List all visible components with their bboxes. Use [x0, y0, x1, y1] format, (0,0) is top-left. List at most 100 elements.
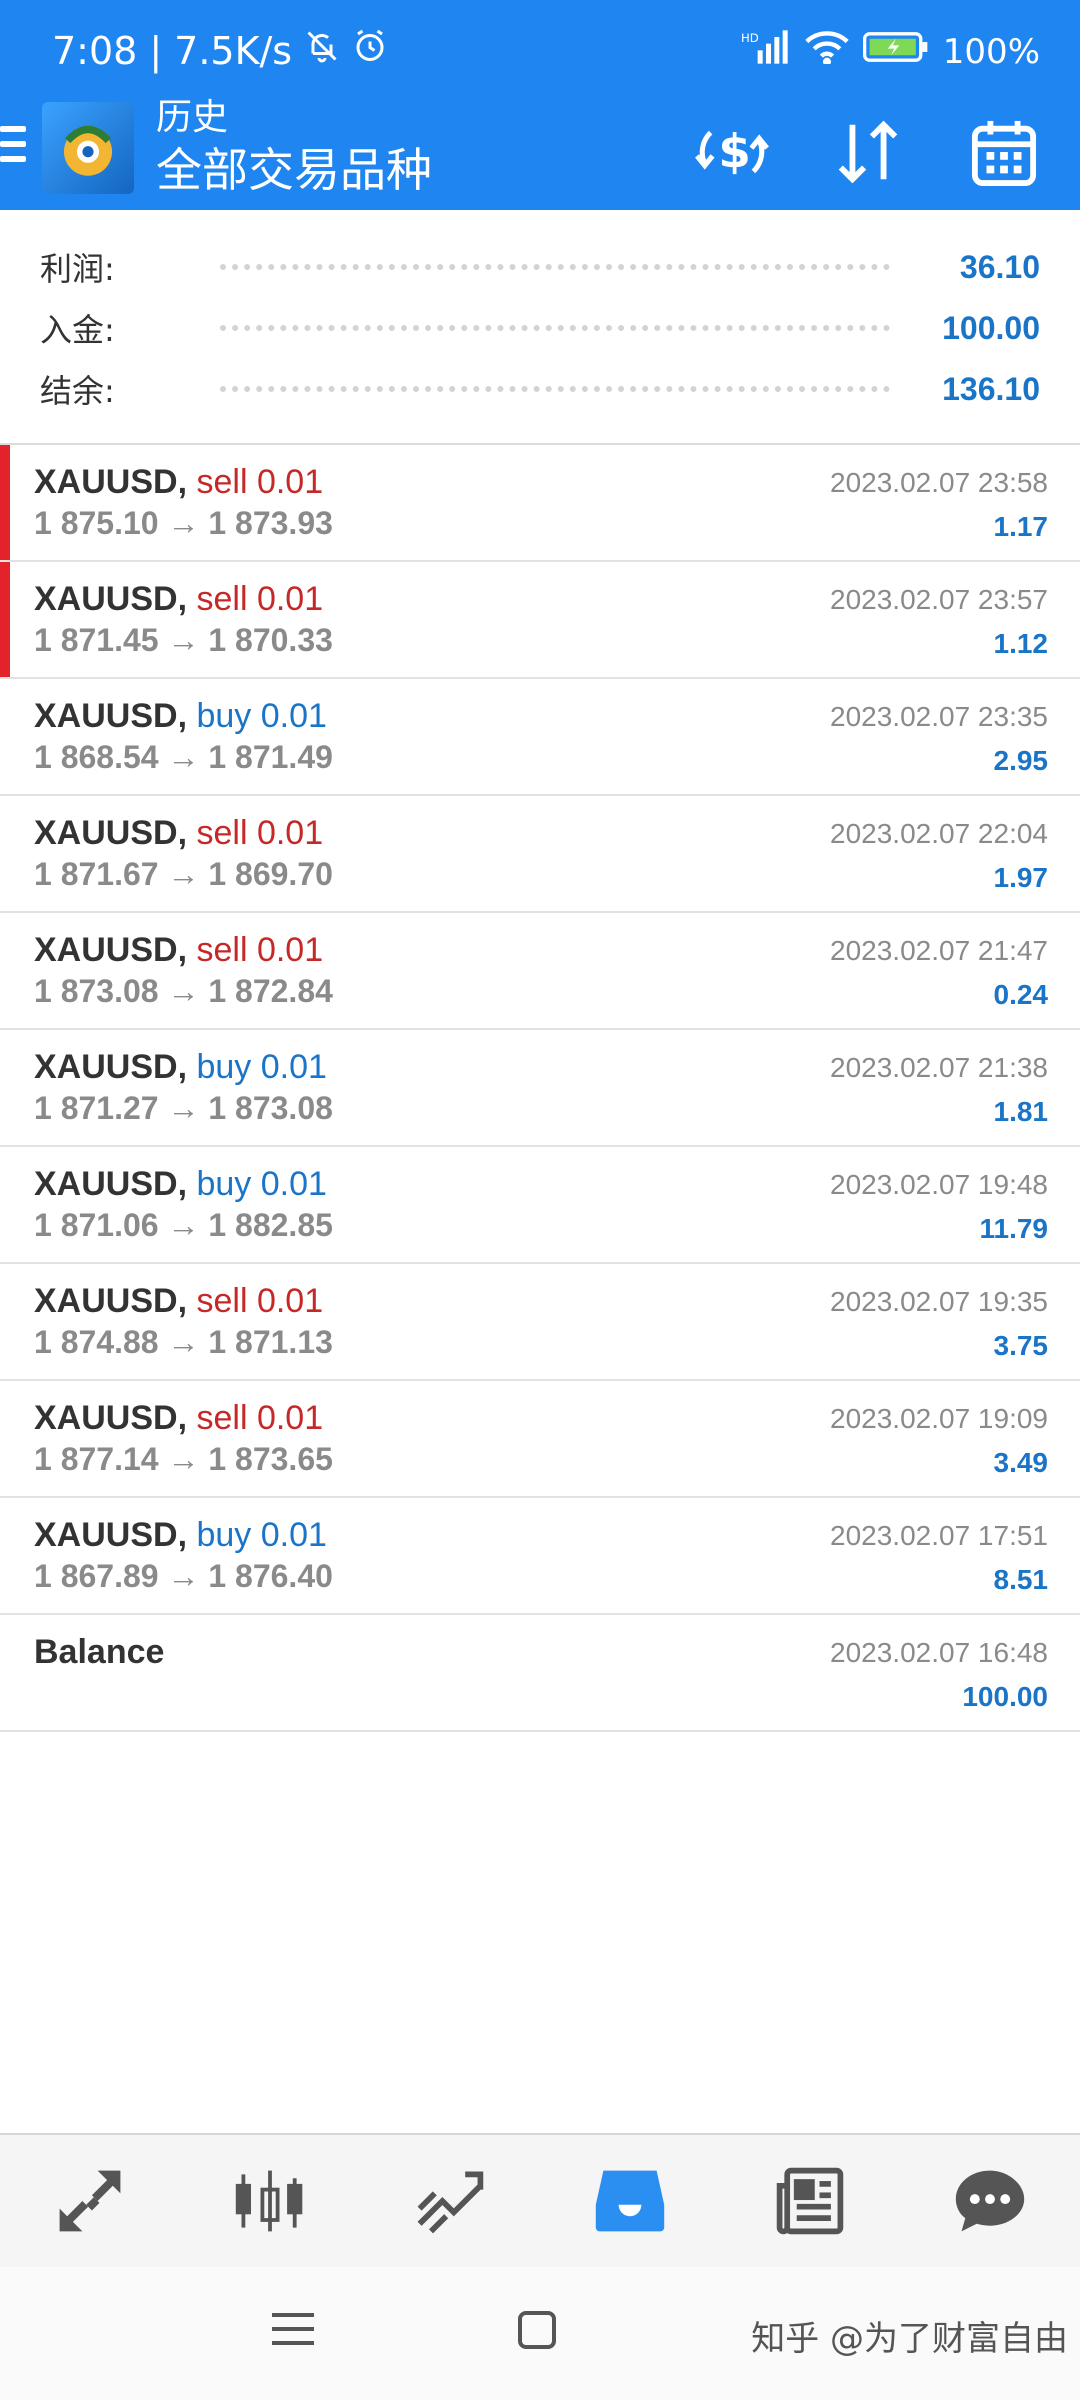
trade-icon[interactable] — [395, 2146, 505, 2256]
top-bar: 7:08 | 7.5K/s HD 100% 历史 全部交易品种 $ — [0, 0, 1080, 210]
dotted-leader — [220, 264, 890, 270]
app-bar-actions: $ — [686, 106, 1050, 198]
trade-symbol: XAUUSD, — [34, 931, 188, 969]
trade-row[interactable]: XAUUSD, sell 0.01 1 874.88 → 1 871.13 2023… — [0, 1264, 1080, 1381]
trade-row[interactable]: XAUUSD, buy 0.01 1 871.06 → 1 882.85 2023.… — [0, 1147, 1080, 1264]
page-title[interactable]: 全部交易品种 — [156, 140, 432, 200]
trade-time: 2023.02.07 22:04 — [830, 818, 1048, 849]
battery-percent: 100% — [942, 31, 1040, 72]
profit-value: 36.10 — [959, 248, 1040, 285]
bell-off-icon — [304, 28, 340, 73]
page-subtitle: 历史 — [156, 97, 229, 138]
deposit-value: 100.00 — [942, 309, 1040, 346]
trade-title: XAUUSD, buy 0.01 — [34, 1516, 327, 1555]
status-speed: 7.5K/s — [174, 28, 293, 73]
trade-symbol: XAUUSD, — [34, 1048, 188, 1086]
watermark: 知乎 @为了财富自由 — [751, 2319, 1068, 2359]
trade-prices: 1 874.88 → 1 871.13 — [34, 1324, 333, 1360]
trade-time: 2023.02.07 23:57 — [830, 584, 1048, 615]
summary-panel: 利润: 36.10 入金: 100.00 结余: 136.10 — [0, 215, 1080, 445]
trade-profit: 3.49 — [993, 1447, 1049, 1478]
summary-balance-row: 结余: 136.10 — [40, 359, 1040, 419]
svg-text:HD: HD — [741, 31, 759, 45]
quotes-icon[interactable] — [35, 2146, 145, 2256]
trade-profit: 0.24 — [993, 979, 1049, 1010]
currency-exchange-icon[interactable]: $ — [686, 106, 778, 198]
trade-row[interactable]: XAUUSD, buy 0.01 1 871.27 → 1 873.08 2023.… — [0, 1030, 1080, 1147]
trade-time: 2023.02.07 23:58 — [830, 467, 1048, 498]
calendar-icon[interactable] — [958, 106, 1050, 198]
status-bar: 7:08 | 7.5K/s HD 100% — [0, 0, 1080, 100]
trade-time: 2023.02.07 19:48 — [830, 1169, 1048, 1200]
recent-apps-button[interactable] — [272, 2313, 314, 2355]
trade-title: XAUUSD, buy 0.01 — [34, 1165, 327, 1204]
trade-profit: 11.79 — [979, 1213, 1048, 1244]
trade-direction: sell 0.01 — [196, 931, 324, 969]
news-icon[interactable] — [755, 2146, 865, 2256]
trade-direction: buy 0.01 — [196, 1516, 327, 1554]
status-right: HD 100% — [741, 30, 1040, 73]
dotted-leader — [220, 386, 890, 392]
trade-direction: sell 0.01 — [196, 814, 324, 852]
trade-title: XAUUSD, sell 0.01 — [34, 580, 323, 619]
trade-prices: 1 871.06 → 1 882.85 — [34, 1207, 333, 1243]
trade-row[interactable]: XAUUSD, sell 0.01 1 871.45 → 1 870.33 2023… — [0, 562, 1080, 679]
trade-row[interactable]: XAUUSD, sell 0.01 1 875.10 → 1 873.93 2023… — [0, 445, 1080, 562]
sort-icon[interactable] — [822, 106, 914, 198]
trade-direction: sell 0.01 — [196, 580, 324, 618]
trade-symbol: XAUUSD, — [34, 697, 188, 735]
deposit-label: 入金: — [40, 311, 115, 349]
trade-title: XAUUSD, sell 0.01 — [34, 1282, 323, 1321]
title-wrap: 历史 全部交易品种 — [156, 96, 432, 200]
trade-profit: 1.97 — [993, 862, 1049, 893]
trade-direction: sell 0.01 — [196, 1282, 324, 1320]
battery-icon — [862, 30, 929, 73]
trade-profit: 2.95 — [993, 745, 1049, 776]
trade-direction: buy 0.01 — [196, 1048, 327, 1086]
trade-symbol: XAUUSD, — [34, 463, 188, 501]
trade-prices: 1 868.54 → 1 871.49 — [34, 739, 333, 775]
home-button[interactable] — [518, 2311, 556, 2349]
trade-row[interactable]: XAUUSD, buy 0.01 1 868.54 → 1 871.49 2023.… — [0, 679, 1080, 796]
trade-symbol: XAUUSD, — [34, 1282, 188, 1320]
trade-profit: 3.75 — [993, 1330, 1049, 1361]
trade-row[interactable]: XAUUSD, sell 0.01 1 877.14 → 1 873.65 2023… — [0, 1381, 1080, 1498]
svg-text:$: $ — [718, 126, 750, 180]
trade-direction: buy 0.01 — [196, 1165, 327, 1203]
trade-profit: 1.12 — [993, 628, 1049, 659]
trade-profit: 8.51 — [993, 1564, 1049, 1595]
history-list: XAUUSD, sell 0.01 1 875.10 → 1 873.93 2023… — [0, 445, 1080, 1732]
chart-icon[interactable] — [215, 2146, 325, 2256]
balance-value: 136.10 — [942, 370, 1040, 407]
trade-row[interactable]: XAUUSD, buy 0.01 1 867.89 → 1 876.40 2023.… — [0, 1498, 1080, 1615]
trade-title: XAUUSD, sell 0.01 — [34, 814, 323, 853]
trade-symbol: XAUUSD, — [34, 1165, 188, 1203]
trade-title: XAUUSD, sell 0.01 — [34, 931, 323, 970]
trade-time: 2023.02.07 16:48 — [830, 1637, 1048, 1668]
wifi-icon — [805, 30, 849, 73]
summary-deposit-row: 入金: 100.00 — [40, 298, 1040, 358]
balance-row[interactable]: Balance 2023.02.07 16:48 100.00 — [0, 1615, 1080, 1732]
trade-row[interactable]: XAUUSD, sell 0.01 1 873.08 → 1 872.84 2023… — [0, 913, 1080, 1030]
trade-symbol: Balance — [34, 1633, 165, 1671]
trade-time: 2023.02.07 19:35 — [830, 1286, 1048, 1317]
chat-icon[interactable] — [935, 2146, 1045, 2256]
trade-title: Balance — [34, 1633, 164, 1672]
trade-prices: 1 867.89 → 1 876.40 — [34, 1558, 333, 1594]
bottom-nav — [0, 2133, 1080, 2267]
profit-label: 利润: — [40, 250, 115, 288]
trade-time: 2023.02.07 21:47 — [830, 935, 1048, 966]
history-icon[interactable] — [575, 2146, 685, 2256]
trade-prices: 1 871.27 → 1 873.08 — [34, 1090, 333, 1126]
menu-icon[interactable] — [0, 126, 28, 172]
trade-time: 2023.02.07 17:51 — [830, 1520, 1048, 1551]
trade-title: XAUUSD, buy 0.01 — [34, 1048, 327, 1087]
balance-label: 结余: — [40, 372, 115, 410]
trade-profit: 1.81 — [993, 1096, 1049, 1127]
alarm-icon — [352, 28, 388, 73]
status-left: 7:08 | 7.5K/s — [52, 28, 388, 73]
trade-row[interactable]: XAUUSD, sell 0.01 1 871.67 → 1 869.70 2023… — [0, 796, 1080, 913]
trade-profit: 100.00 — [962, 1681, 1048, 1712]
trade-prices: 1 877.14 → 1 873.65 — [34, 1441, 333, 1477]
app-logo-icon — [42, 102, 134, 194]
